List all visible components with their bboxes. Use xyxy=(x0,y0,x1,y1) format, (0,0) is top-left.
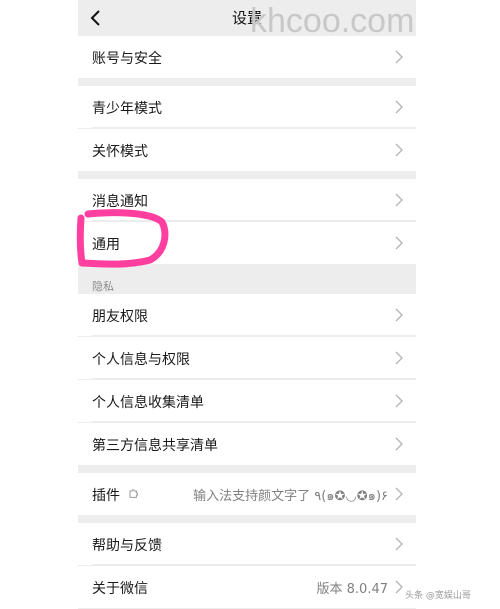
watermark: khcoo.com xyxy=(250,2,415,40)
highlight-annotation xyxy=(76,209,169,268)
credit-caption: 头条 @宽娱山哥 xyxy=(405,591,471,601)
